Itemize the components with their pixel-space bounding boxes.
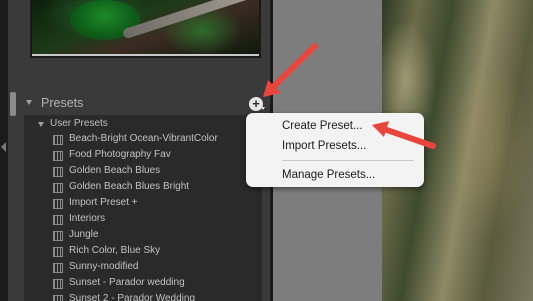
menu-separator: [282, 160, 414, 161]
group-label: User Presets: [50, 118, 108, 129]
preset-icon: [53, 135, 63, 145]
preset-label: Sunset 2 - Parador Wedding: [69, 293, 196, 301]
presets-title: Presets: [41, 96, 84, 110]
preset-item[interactable]: Food Photography Fav: [24, 148, 262, 164]
presets-list: User Presets Beach-Bright Ocean-VibrantC…: [24, 115, 262, 301]
preset-label: Golden Beach Blues Bright: [69, 181, 190, 192]
preset-context-menu: Create Preset... Import Presets... Manag…: [246, 113, 424, 187]
preset-item[interactable]: Import Preset +: [24, 196, 262, 212]
section-collapse-icon[interactable]: [26, 100, 32, 105]
preset-icon: [53, 247, 63, 257]
menu-item-create-preset[interactable]: Create Preset...: [282, 120, 363, 132]
add-preset-caret-icon: [261, 107, 265, 110]
preset-icon: [53, 295, 63, 301]
preset-item[interactable]: Jungle: [24, 228, 262, 244]
preset-item[interactable]: Sunset - Parador wedding: [24, 276, 262, 292]
preset-icon: [53, 167, 63, 177]
presets-section-header[interactable]: Presets +: [22, 94, 265, 114]
preset-label: Sunset - Parador wedding: [69, 277, 185, 288]
preset-label: Jungle: [69, 229, 99, 240]
preset-icon: [53, 183, 63, 193]
preset-label: Beach-Bright Ocean-VibrantColor: [69, 133, 218, 144]
preset-icon: [53, 215, 63, 225]
menu-item-manage-presets[interactable]: Manage Presets...: [282, 169, 375, 181]
preset-icon: [53, 231, 63, 241]
group-user-presets[interactable]: User Presets: [24, 115, 262, 131]
preset-item[interactable]: Interiors: [24, 212, 262, 228]
preset-item[interactable]: Sunset 2 - Parador Wedding: [24, 292, 262, 301]
preset-icon: [53, 279, 63, 289]
preset-label: Rich Color, Blue Sky: [69, 245, 161, 256]
panel-scrollbar[interactable]: [10, 92, 16, 116]
preset-item[interactable]: Golden Beach Blues: [24, 164, 262, 180]
menu-item-import-presets[interactable]: Import Presets...: [282, 140, 366, 152]
preset-item[interactable]: Beach-Bright Ocean-VibrantColor: [24, 132, 262, 148]
preset-item[interactable]: Rich Color, Blue Sky: [24, 244, 262, 260]
preset-icon: [53, 199, 63, 209]
collapse-left-panel-icon[interactable]: [1, 142, 6, 152]
preset-item[interactable]: Sunny-modified: [24, 260, 262, 276]
preset-item[interactable]: Golden Beach Blues Bright: [24, 180, 262, 196]
preset-label: Food Photography Fav: [69, 149, 171, 160]
preset-label: Import Preset +: [69, 197, 138, 208]
preset-label: Interiors: [69, 213, 106, 224]
preset-icon: [53, 263, 63, 273]
preset-label: Golden Beach Blues: [69, 165, 161, 176]
group-expand-icon[interactable]: [38, 122, 44, 127]
navigator-preview: [30, 0, 261, 58]
preset-icon: [53, 151, 63, 161]
preset-label: Sunny-modified: [69, 261, 139, 272]
